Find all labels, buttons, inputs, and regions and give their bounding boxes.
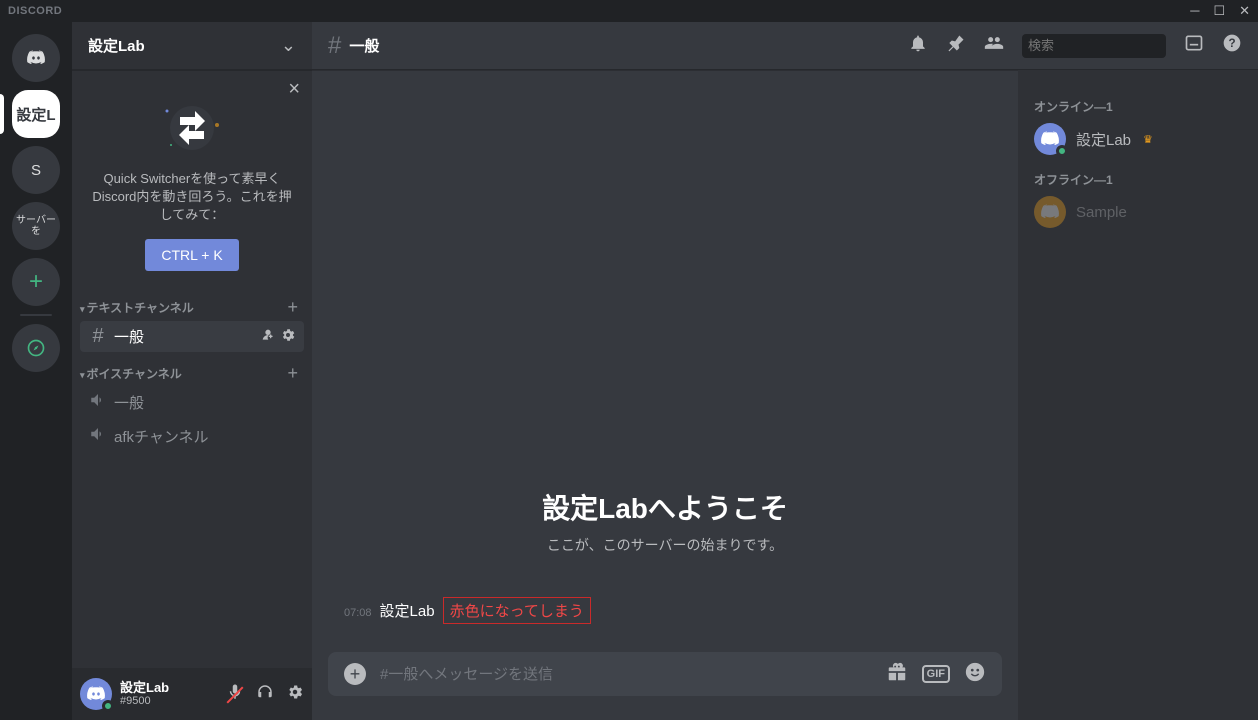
server-list: 設定L S サーバーを +	[0, 22, 72, 720]
help-icon[interactable]: ?	[1222, 33, 1242, 58]
server-item-s[interactable]: S	[12, 146, 60, 194]
member-name: Sample	[1076, 204, 1127, 221]
gift-icon[interactable]	[886, 661, 908, 688]
voice-channel-general[interactable]: 一般	[80, 387, 304, 419]
members-category-offline: オフライン—1	[1026, 159, 1250, 192]
maximize-button[interactable]: ☐	[1213, 3, 1225, 19]
server-header[interactable]: 設定Lab ⌄	[72, 22, 312, 70]
server-item-selected[interactable]: 設定L	[12, 90, 60, 138]
compass-icon	[26, 338, 46, 358]
server-label: 設定L	[16, 104, 55, 125]
quick-switcher-button[interactable]: CTRL + K	[145, 239, 238, 271]
text-channel-general[interactable]: # 一般	[80, 321, 304, 352]
close-button[interactable]: ✕	[1239, 3, 1250, 19]
category-text-channels[interactable]: テキストチャンネル +	[72, 287, 312, 320]
member-name: 設定Lab	[1076, 129, 1131, 150]
minimize-button[interactable]: ─	[1190, 3, 1199, 19]
user-tag: #9500	[120, 695, 218, 707]
members-list: オンライン—1 設定Lab ♛ オフライン—1 Sample	[1018, 70, 1258, 720]
members-icon[interactable]	[984, 33, 1004, 58]
category-voice-channels[interactable]: ボイスチャンネル +	[72, 353, 312, 386]
discord-logo-icon	[1040, 202, 1060, 222]
gif-button[interactable]: GIF	[922, 665, 950, 683]
voice-channel-afk[interactable]: afkチャンネル	[80, 421, 304, 453]
channel-name: afkチャンネル	[114, 426, 296, 447]
emoji-icon[interactable]	[964, 661, 986, 688]
avatar	[1034, 123, 1066, 155]
invite-icon[interactable]	[260, 327, 276, 346]
discord-logo-icon	[26, 48, 46, 68]
inbox-icon[interactable]	[1184, 33, 1204, 58]
settings-button[interactable]	[286, 683, 304, 706]
close-icon[interactable]: ×	[288, 78, 300, 101]
home-button[interactable]	[12, 34, 60, 82]
swap-arrows-icon	[157, 103, 227, 153]
messages-pane: 設定Labへようこそ ここが、このサーバーの始まりです。 07:08 設定Lab…	[312, 70, 1018, 720]
category-label: テキストチャンネル	[80, 299, 194, 316]
add-channel-button[interactable]: +	[287, 363, 298, 384]
message-text: 赤色になってしまう	[443, 597, 591, 624]
crown-icon: ♛	[1143, 133, 1153, 146]
add-server-button[interactable]: +	[12, 258, 60, 306]
status-online-icon	[1056, 145, 1068, 157]
mute-button[interactable]	[226, 683, 244, 706]
server-divider	[20, 314, 52, 316]
status-online-icon	[102, 700, 114, 712]
speaker-icon	[88, 425, 108, 449]
user-name: 設定Lab	[120, 681, 218, 695]
pinned-icon[interactable]	[946, 33, 966, 58]
server-name: 設定Lab	[88, 35, 145, 56]
hash-icon: #	[88, 325, 108, 348]
welcome-title: 設定Labへようこそ	[328, 487, 1002, 527]
channel-sidebar: 設定Lab ⌄ × Quick Switcherを使って素早くDiscord内を…	[72, 22, 312, 720]
message-timestamp: 07:08	[344, 607, 372, 619]
server-label: S	[31, 162, 41, 179]
promo-art	[152, 98, 232, 158]
svg-text:?: ?	[1228, 37, 1235, 50]
quick-switcher-promo: × Quick Switcherを使って素早くDiscord内を動き回ろう。これ…	[72, 70, 312, 287]
message-author[interactable]: 設定Lab	[380, 600, 435, 621]
chevron-down-icon: ⌄	[281, 35, 296, 56]
hash-icon: #	[328, 32, 341, 60]
titlebar: DISCORD ─ ☐ ✕	[0, 0, 1258, 22]
add-channel-button[interactable]: +	[287, 297, 298, 318]
attach-button[interactable]: +	[344, 663, 366, 685]
chat-area: # 一般 ? 設定Labへようこそ ここが、このサ	[312, 22, 1258, 720]
member-item[interactable]: Sample	[1026, 192, 1250, 232]
members-category-online: オンライン—1	[1026, 86, 1250, 119]
message-input[interactable]	[380, 666, 872, 683]
search-input[interactable]	[1028, 38, 1204, 53]
promo-text: Quick Switcherを使って素早くDiscord内を動き回ろう。これを押…	[88, 170, 296, 225]
avatar	[1034, 196, 1066, 228]
welcome-block: 設定Labへようこそ ここが、このサーバーの始まりです。	[328, 487, 1002, 555]
app-name: DISCORD	[8, 5, 62, 17]
gear-icon[interactable]	[280, 327, 296, 346]
search-box[interactable]	[1022, 34, 1166, 58]
server-item-add-label[interactable]: サーバーを	[12, 202, 60, 250]
avatar[interactable]	[80, 678, 112, 710]
server-label: サーバーを	[12, 215, 60, 237]
notifications-icon[interactable]	[908, 33, 928, 58]
user-info: 設定Lab #9500	[120, 681, 218, 707]
channel-title: 一般	[349, 35, 379, 56]
category-label: ボイスチャンネル	[80, 365, 182, 382]
channel-name: 一般	[114, 326, 254, 347]
window-controls: ─ ☐ ✕	[1190, 3, 1250, 19]
speaker-icon	[88, 391, 108, 415]
channel-name: 一般	[114, 392, 296, 413]
welcome-subtitle: ここが、このサーバーの始まりです。	[328, 535, 1002, 555]
message-row: 07:08 設定Lab 赤色になってしまう	[328, 595, 1002, 636]
deafen-button[interactable]	[256, 683, 274, 706]
member-item[interactable]: 設定Lab ♛	[1026, 119, 1250, 159]
message-composer: + GIF	[328, 652, 1002, 696]
user-panel: 設定Lab #9500	[72, 668, 312, 720]
chat-header: # 一般 ?	[312, 22, 1258, 70]
explore-button[interactable]	[12, 324, 60, 372]
